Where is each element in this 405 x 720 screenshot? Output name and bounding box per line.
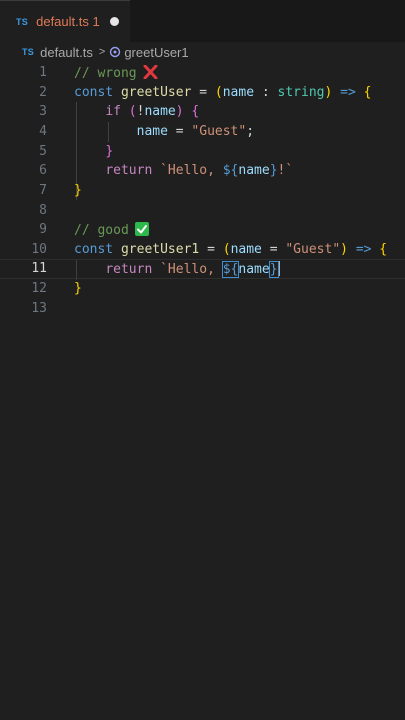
operator: = [207, 242, 215, 258]
operator: = [269, 242, 278, 258]
text-cursor [277, 260, 280, 276]
bracket: ) [340, 242, 348, 258]
bracket: ) [175, 104, 184, 120]
bracket: } [74, 281, 82, 297]
operator: = [199, 85, 208, 101]
code-line: 6 return `Hello, ${name}!` [0, 161, 405, 181]
typescript-file-icon: TS [16, 16, 29, 27]
code-line: 13 [0, 299, 405, 319]
bracket: ) [324, 85, 333, 101]
bracket: ( [128, 104, 137, 120]
bracket: ( [214, 85, 223, 101]
bracket: { [363, 85, 372, 101]
code-line: 12 } [0, 279, 405, 299]
code-line: 4 name = "Guest"; [0, 122, 405, 142]
variable: name [238, 261, 270, 277]
function-name: greetUser [120, 85, 192, 101]
bracket: } [74, 183, 82, 199]
interpolation: } [268, 260, 279, 278]
line-number: 1 [39, 65, 47, 81]
bracket: } [105, 144, 114, 160]
check-mark-icon [134, 221, 149, 236]
string: "Guest" [191, 124, 247, 140]
keyword: const [74, 85, 114, 101]
line-number: 8 [39, 203, 47, 219]
line-number: 4 [39, 124, 47, 140]
line-number: 9 [39, 222, 47, 238]
line-number: 5 [39, 144, 47, 160]
line-number: 11 [31, 261, 47, 277]
bracket: { [379, 242, 388, 258]
code-editor[interactable]: 1 // wrong 2 const greetUser = (name : s… [0, 62, 405, 720]
line-number: 6 [39, 163, 47, 179]
bracket: ( [222, 242, 231, 258]
interpolation: ${ [221, 260, 240, 278]
line-number: 3 [39, 104, 47, 120]
template-string: `Hello, [160, 261, 223, 277]
breadcrumb-separator: > [98, 46, 106, 58]
line-number: 7 [39, 183, 47, 199]
code-line: 8 [0, 201, 405, 221]
unsaved-dot-icon[interactable] [109, 17, 119, 26]
variable: name [136, 124, 168, 140]
tab-bar: TS default.ts 1 [0, 0, 405, 42]
parameter: name [222, 85, 255, 101]
code-line: 1 // wrong [0, 63, 405, 83]
interpolation: ${ [222, 163, 239, 179]
variable: name [144, 104, 176, 120]
code-line: 9 // good [0, 220, 405, 240]
arrow: => [340, 85, 356, 101]
code-line: 3 if (!name) { [0, 102, 405, 122]
arrow: => [355, 242, 372, 258]
variable: name [238, 163, 270, 179]
symbol-variable-icon [110, 46, 121, 58]
line-number: 13 [31, 301, 47, 317]
code-line: 5 } [0, 142, 405, 162]
tab-default-ts[interactable]: TS default.ts 1 [0, 0, 130, 42]
code-line: 2 const greetUser = (name : string) => { [0, 83, 405, 103]
punctuation: : [261, 85, 270, 101]
keyword: if [105, 104, 121, 120]
parameter: name [230, 242, 262, 258]
tab-label: default.ts 1 [36, 14, 100, 29]
typescript-file-icon: TS [22, 47, 35, 57]
code-line: 10 const greetUser1 = (name = "Guest") =… [0, 240, 405, 260]
interpolation: } [269, 163, 278, 179]
comment: // good [74, 222, 129, 238]
breadcrumb: TS default.ts > greetUser1 [0, 42, 405, 62]
line-number: 10 [31, 242, 47, 258]
cross-mark-icon [143, 64, 158, 79]
string: "Guest" [285, 242, 341, 258]
code-line: 7 } [0, 181, 405, 201]
operator: = [175, 124, 184, 140]
keyword: return [105, 261, 153, 277]
comment: // wrong [74, 65, 137, 81]
bracket: { [191, 104, 200, 120]
template-string: !` [277, 163, 294, 179]
line-number: 2 [39, 85, 47, 101]
keyword: return [105, 163, 153, 179]
breadcrumb-symbol[interactable]: greetUser1 [124, 45, 188, 60]
keyword: const [74, 242, 114, 258]
template-string: `Hello, [160, 163, 223, 179]
function-name: greetUser1 [120, 242, 200, 258]
line-number: 12 [31, 281, 47, 297]
breadcrumb-file[interactable]: default.ts [40, 45, 93, 60]
type-name: string [277, 85, 325, 101]
code-line-current: 11 return `Hello, ${name} [0, 259, 405, 279]
punctuation: ; [246, 124, 255, 140]
